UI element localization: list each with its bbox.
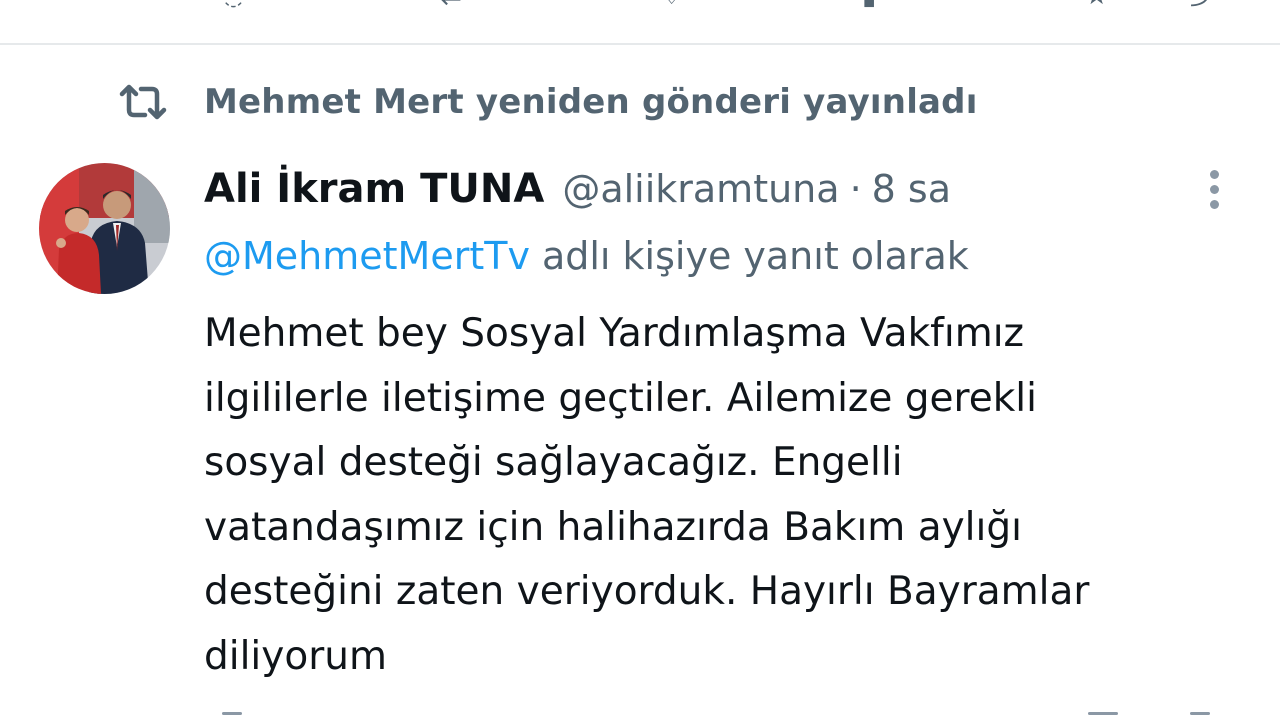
reply-to-suffix: adlı kişiye yanıt olarak	[541, 234, 969, 278]
tweet-action-bar	[0, 712, 1280, 721]
tweet-text-line: diliyorum	[204, 633, 387, 679]
tweet-text-line: sosyal desteği sağlayacağız. Engelli	[204, 440, 903, 485]
display-name[interactable]: Ali İkram TUNA	[204, 166, 544, 212]
reply-icon[interactable]: ◌	[222, 0, 245, 9]
retweet-icon	[119, 84, 167, 120]
timestamp[interactable]: 8 sa	[872, 167, 951, 211]
tweet-text-line: vatandaşımız için halihazırda Bakım aylı…	[204, 504, 1022, 550]
tweet-text-line: Mehmet bey Sosyal Yardımlaşma Vakfımız	[204, 311, 1025, 356]
retweet-header[interactable]: Mehmet Mert yeniden gönderi yayınladı	[118, 78, 978, 126]
user-handle[interactable]: @aliikramtuna	[562, 167, 839, 211]
share-icon[interactable]	[1190, 712, 1210, 715]
like-icon[interactable]: ♡	[660, 0, 683, 9]
reply-icon[interactable]	[222, 712, 242, 715]
tweet-header: Ali İkram TUNA @aliikramtuna · 8 sa	[204, 162, 951, 216]
retweet-label: Mehmet Mert yeniden gönderi yayınladı	[204, 82, 978, 122]
tweet-text-line: ilgililerle iletişime geçtiler. Ailemize…	[204, 375, 1037, 421]
tweet-text-line: desteğini zaten veriyorduk. Hayırlı Bayr…	[204, 569, 1090, 614]
avatar[interactable]	[39, 163, 170, 294]
more-options-icon[interactable]	[1200, 170, 1230, 210]
views-icon[interactable]: ▮	[862, 0, 876, 9]
retweet-icon[interactable]: ⇄	[440, 0, 462, 9]
bookmark-icon[interactable]	[1088, 712, 1118, 715]
separator: ·	[849, 167, 862, 211]
profile-photo	[39, 163, 170, 294]
bookmark-icon[interactable]: ★	[1085, 0, 1108, 9]
previous-tweet-action-bar: ◌ ⇄ ♡ ▮ ★ ⤴	[0, 0, 1280, 9]
reply-to-mention[interactable]: @MehmetMertTv	[204, 234, 530, 278]
divider	[0, 43, 1280, 45]
tweet-text: Mehmet bey Sosyal Yardımlaşma Vakfımız i…	[204, 302, 1264, 689]
share-icon[interactable]: ⤴	[1190, 0, 1216, 9]
reply-to-line: @MehmetMertTv adlı kişiye yanıt olarak	[204, 229, 969, 283]
tweet-page: ◌ ⇄ ♡ ▮ ★ ⤴ Mehmet Mert yeniden gönderi …	[0, 0, 1280, 721]
